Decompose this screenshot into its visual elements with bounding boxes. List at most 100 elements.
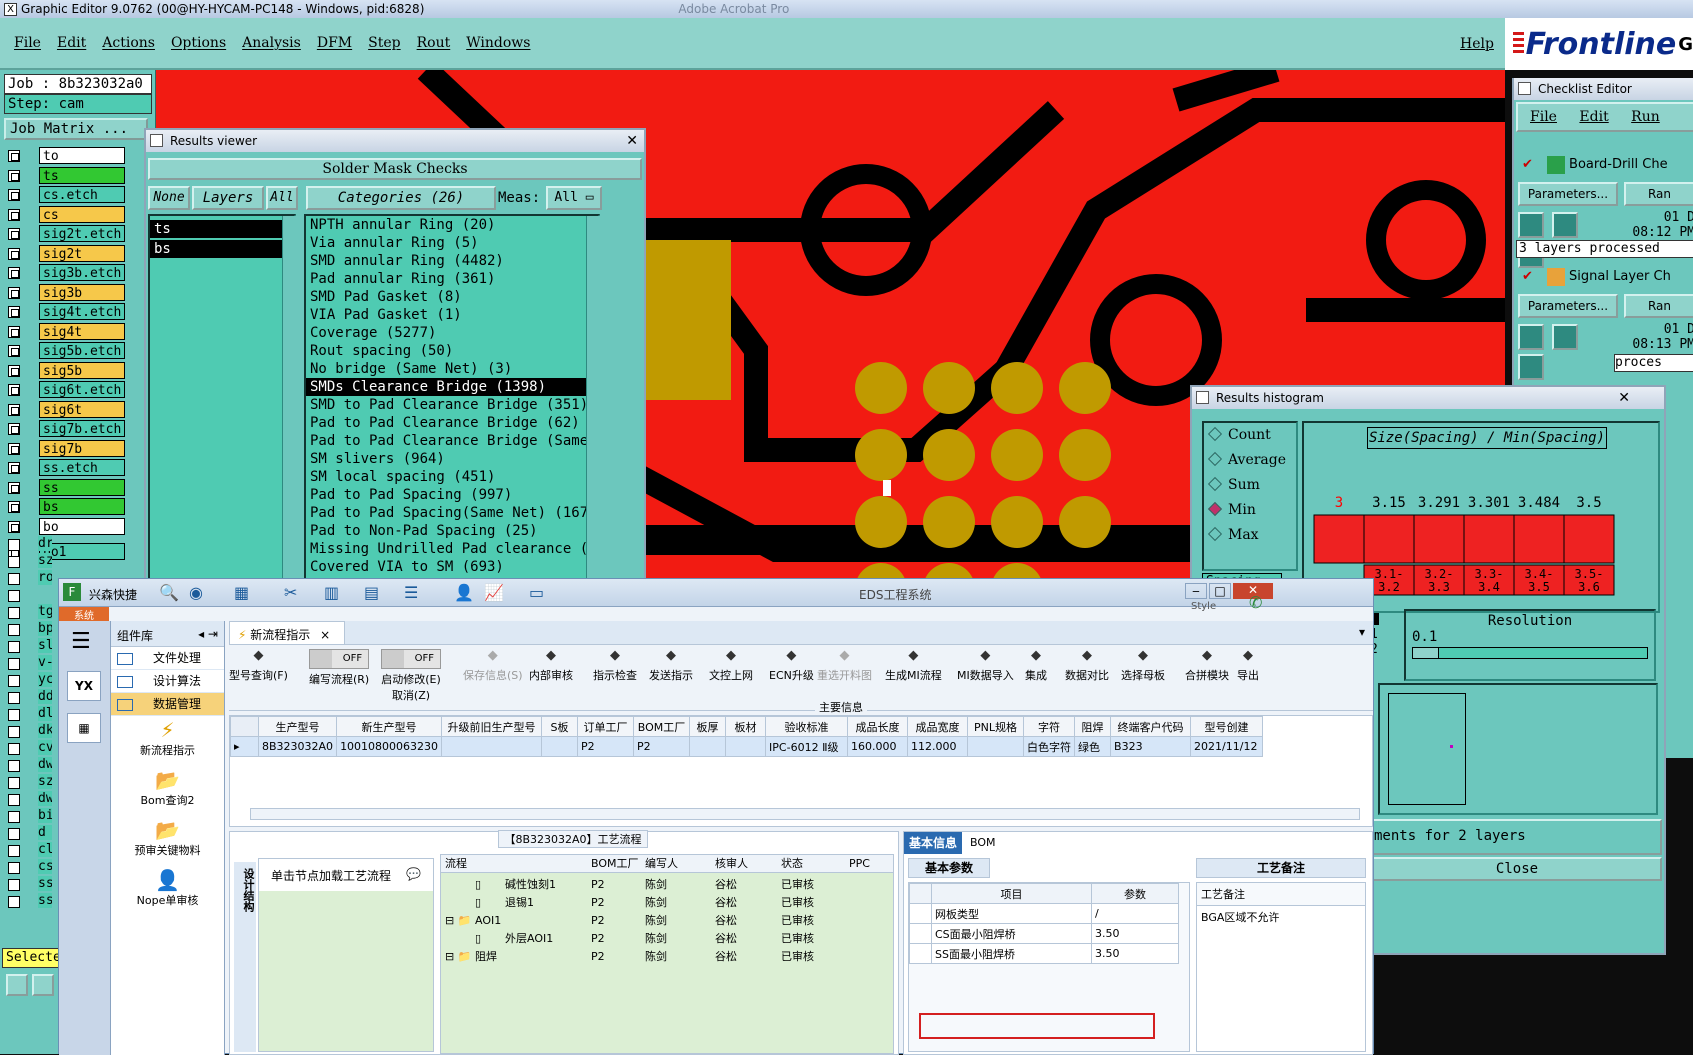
table-cell[interactable]: 10010800063230 [336, 736, 443, 757]
table-cell[interactable]: B323 [1110, 736, 1192, 757]
flow-row[interactable]: ⊟ 📁 AOI1 P2 陈剑 谷松 已审核 [441, 911, 893, 929]
category-item[interactable]: VIA Pad Gasket (1) [306, 306, 598, 324]
layers-button[interactable]: Layers [192, 186, 264, 210]
column-header[interactable]: 终端客户代码 [1110, 716, 1192, 737]
menu-step[interactable]: Step [368, 35, 400, 51]
layer-row-sig7b.etch[interactable]: sig7b.etch [4, 419, 126, 438]
layer-checkbox[interactable] [8, 189, 20, 201]
layer-checkbox[interactable] [8, 364, 20, 377]
layer-checkbox[interactable] [8, 520, 20, 533]
table-cell[interactable]: IPC-6012 Ⅱ级 [765, 736, 849, 757]
column-header[interactable]: 升级前旧生产型号 [441, 716, 543, 737]
stat-option-min[interactable]: Min [1204, 498, 1296, 523]
category-item[interactable]: Pad to Pad Spacing (997) [306, 486, 598, 504]
layer-row-ts[interactable]: ts [4, 166, 126, 185]
table-cell[interactable]: P2 [633, 736, 691, 757]
toolbar-button[interactable]: OFF 编写流程(R) [309, 645, 369, 687]
column-header[interactable]: 字符 [1023, 716, 1076, 737]
flow-row[interactable]: ▯ 碱性蚀刻1 P2 陈剑 谷松 已审核 [441, 875, 893, 893]
table-cell[interactable]: 2021/11/12 [1190, 736, 1264, 757]
maximize-icon[interactable]: □ [1209, 583, 1231, 599]
layer-row-cs.etch[interactable]: cs.etch [4, 185, 126, 204]
folder-icon[interactable]: ▤ [364, 583, 379, 602]
column-header[interactable]: 板厚 [689, 716, 727, 737]
layer-row-sig3b[interactable]: sig3b [4, 283, 126, 302]
category-item[interactable]: Pad to Pad Spacing(Same Net) (167 [306, 504, 598, 522]
layer-checkbox[interactable] [8, 345, 20, 357]
column-header[interactable]: 成品长度 [847, 716, 909, 737]
table-row[interactable]: ▸ 8B323032A0 10010800063230 P2 P2 IPC-6012 Ⅱ级… [230, 736, 1264, 757]
checklist-menu-run[interactable]: Run [1631, 109, 1660, 125]
flow-column-header[interactable]: 编写人 [645, 855, 678, 873]
column-header[interactable]: S板 [541, 716, 579, 737]
list-item[interactable]: bs [150, 240, 294, 258]
layer-checkbox[interactable] [8, 286, 20, 299]
run-icon[interactable] [1551, 324, 1578, 350]
layer-checkbox[interactable] [8, 403, 20, 416]
layer-checkbox[interactable] [8, 501, 20, 513]
checklist-menu-edit[interactable]: Edit [1579, 109, 1608, 125]
table-cell[interactable] [725, 736, 767, 757]
params-row[interactable]: CS面最小阻焊桥 3.50 [909, 923, 1179, 944]
layer-checkbox[interactable] [8, 423, 20, 435]
toolbar-button[interactable]: ◆ 选择母板 [1121, 645, 1165, 683]
run-icon[interactable] [1518, 212, 1544, 238]
module-item[interactable]: 📂 Bom查询2 [111, 766, 224, 816]
menu-edit[interactable]: Edit [57, 35, 86, 51]
user-icon[interactable]: 👤 [454, 583, 474, 602]
toolbar-button[interactable]: ◆ 内部审核 [529, 645, 573, 683]
toolbar-button[interactable]: ◆ 生成MI流程 [885, 645, 942, 683]
library-item[interactable]: 数据管理 [111, 693, 224, 716]
layer-checkbox[interactable] [8, 208, 20, 221]
toolbar-button[interactable]: ◆ 文控上网 [709, 645, 753, 683]
resolution-slider[interactable] [1412, 647, 1648, 659]
flow-column-header[interactable]: 状态 [781, 855, 803, 873]
category-item[interactable]: SM slivers (964) [306, 450, 598, 468]
column-header[interactable]: 阻焊 [1074, 716, 1112, 737]
histogram-bar[interactable] [1313, 514, 1365, 564]
column-header[interactable]: 型号创建 [1190, 716, 1264, 737]
horizontal-scrollbar[interactable] [250, 808, 1360, 820]
column-header[interactable]: PNL规格 [967, 716, 1025, 737]
toolbar-button[interactable]: ◆ 指示检查 [593, 645, 637, 683]
column-header[interactable]: BOM工厂 [633, 716, 691, 737]
tool-icon[interactable] [6, 974, 28, 996]
system-tab[interactable]: 系统 [59, 607, 109, 622]
checklist-menu-file[interactable]: File [1530, 109, 1557, 125]
column-header[interactable]: 生产型号 [257, 716, 338, 737]
arrow-icon[interactable]: ◂ ⇥ [198, 627, 218, 641]
toolbar-button[interactable]: ◆ 保存信息(S) [463, 645, 523, 683]
category-item[interactable]: SMD annular Ring (4482) [306, 252, 598, 270]
table-cell[interactable]: 8B323032A0 [257, 736, 338, 757]
table-cell[interactable] [967, 736, 1025, 757]
flow-column-header[interactable]: BOM工厂 [591, 855, 639, 873]
calculator-icon[interactable]: ▦ [67, 713, 101, 743]
table-cell[interactable]: P2 [577, 736, 635, 757]
parameters-button[interactable]: Parameters... [1518, 294, 1618, 318]
category-item[interactable]: Pad annular Ring (361) [306, 270, 598, 288]
menu-options[interactable]: Options [171, 35, 226, 51]
layer-checkbox[interactable] [8, 384, 20, 396]
close-icon[interactable]: × [320, 628, 330, 642]
toolbar-button[interactable]: ◆ 导出 [1237, 645, 1259, 683]
toolbar-button[interactable]: ◆ MI数据导入 [957, 645, 1014, 683]
layer-row-sig3b.etch[interactable]: sig3b.etch [4, 263, 126, 282]
grid-icon[interactable]: ▦ [234, 583, 249, 602]
category-item[interactable]: Pad to Non-Pad Spacing (25) [306, 522, 598, 540]
layer-checkbox[interactable] [8, 169, 20, 182]
search-icon[interactable]: 🔍 [159, 583, 179, 602]
toolbar-button[interactable]: ◆ 重选开料图 [817, 645, 872, 683]
layer-checkbox[interactable] [8, 442, 20, 455]
layer-row-cs[interactable]: cs [4, 205, 126, 224]
close-icon[interactable]: ✕ [1618, 387, 1630, 409]
toggle-switch[interactable]: OFF [381, 649, 441, 669]
side-layer-row[interactable]: ss [4, 893, 52, 912]
histogram-bar[interactable] [1413, 514, 1465, 564]
category-item[interactable]: Pad to Pad Clearance Bridge (62) [306, 414, 598, 432]
ran-button[interactable]: Ran [1624, 182, 1693, 206]
scissors-icon[interactable]: ✂ [284, 583, 297, 602]
category-item[interactable]: Missing Undrilled Pad clearance ( [306, 540, 598, 558]
yx-icon[interactable]: YX [67, 671, 101, 701]
layer-checkbox[interactable] [8, 267, 20, 279]
column-header[interactable]: 新生产型号 [336, 716, 443, 737]
